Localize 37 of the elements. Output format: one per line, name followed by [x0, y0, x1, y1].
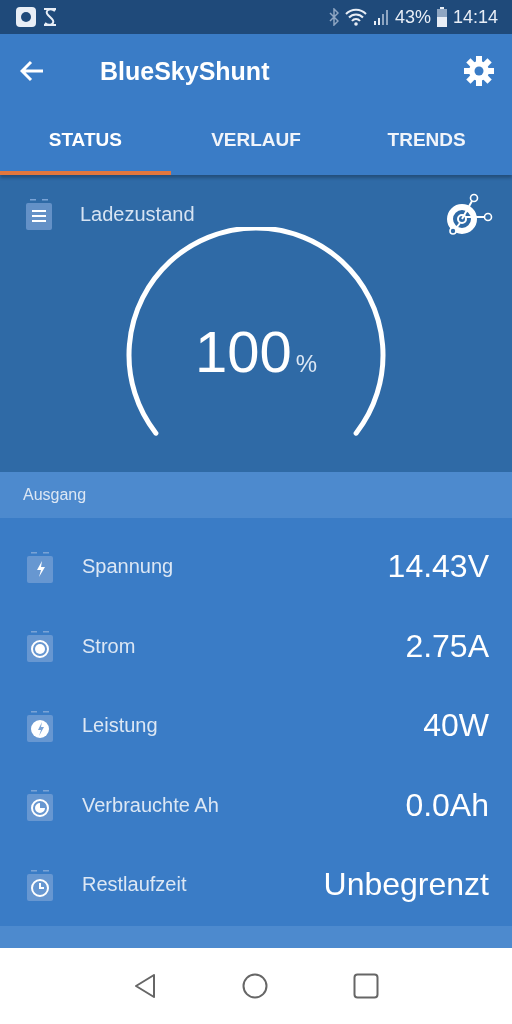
gauge-title: Ladezustand: [80, 202, 196, 226]
tab[interactable]: TRENDS: [341, 108, 512, 175]
home-icon[interactable]: [242, 972, 268, 999]
row-value: 2.75A: [405, 627, 489, 665]
app-title: BlueSkyShunt: [100, 56, 271, 86]
back-nav-icon[interactable]: [132, 972, 157, 999]
section-title: Ausgang: [23, 486, 87, 504]
tab[interactable]: VERLAUF: [170, 108, 342, 175]
row-label: Strom: [82, 634, 137, 658]
row-value: 14.43V: [387, 548, 489, 586]
settings-icon[interactable]: [464, 56, 494, 86]
row-label: Verbrauchte Ah: [82, 793, 220, 817]
gauge-unit: %: [295, 350, 318, 378]
row-value: 40W: [423, 707, 489, 745]
battery-percent: 43%: [394, 6, 431, 28]
voltage-icon: [25, 550, 55, 583]
clock-time: 14:14: [452, 6, 498, 28]
row-label: Leistung: [82, 714, 159, 738]
signal-icon: [372, 8, 389, 26]
current-icon: [25, 630, 55, 663]
row-value: 0.0Ah: [405, 786, 489, 824]
row-label: Restlaufzeit: [82, 873, 188, 897]
list-icon: [24, 198, 54, 230]
row-label: Spannung: [82, 555, 175, 579]
wifi-icon: [344, 8, 367, 26]
app-icon: [16, 7, 36, 27]
gauge-value: 100: [194, 318, 292, 385]
battery-icon: [436, 7, 447, 27]
bluetooth-icon: [328, 8, 339, 26]
power-icon: [25, 709, 55, 742]
row-value: Unbegrenzt: [323, 866, 489, 904]
app-icon: [42, 7, 58, 27]
pie-chart-icon: [25, 789, 55, 822]
recent-apps-icon[interactable]: [353, 972, 380, 999]
clock-icon: [25, 868, 55, 901]
network-icon[interactable]: [446, 193, 494, 235]
back-icon[interactable]: [20, 60, 44, 82]
